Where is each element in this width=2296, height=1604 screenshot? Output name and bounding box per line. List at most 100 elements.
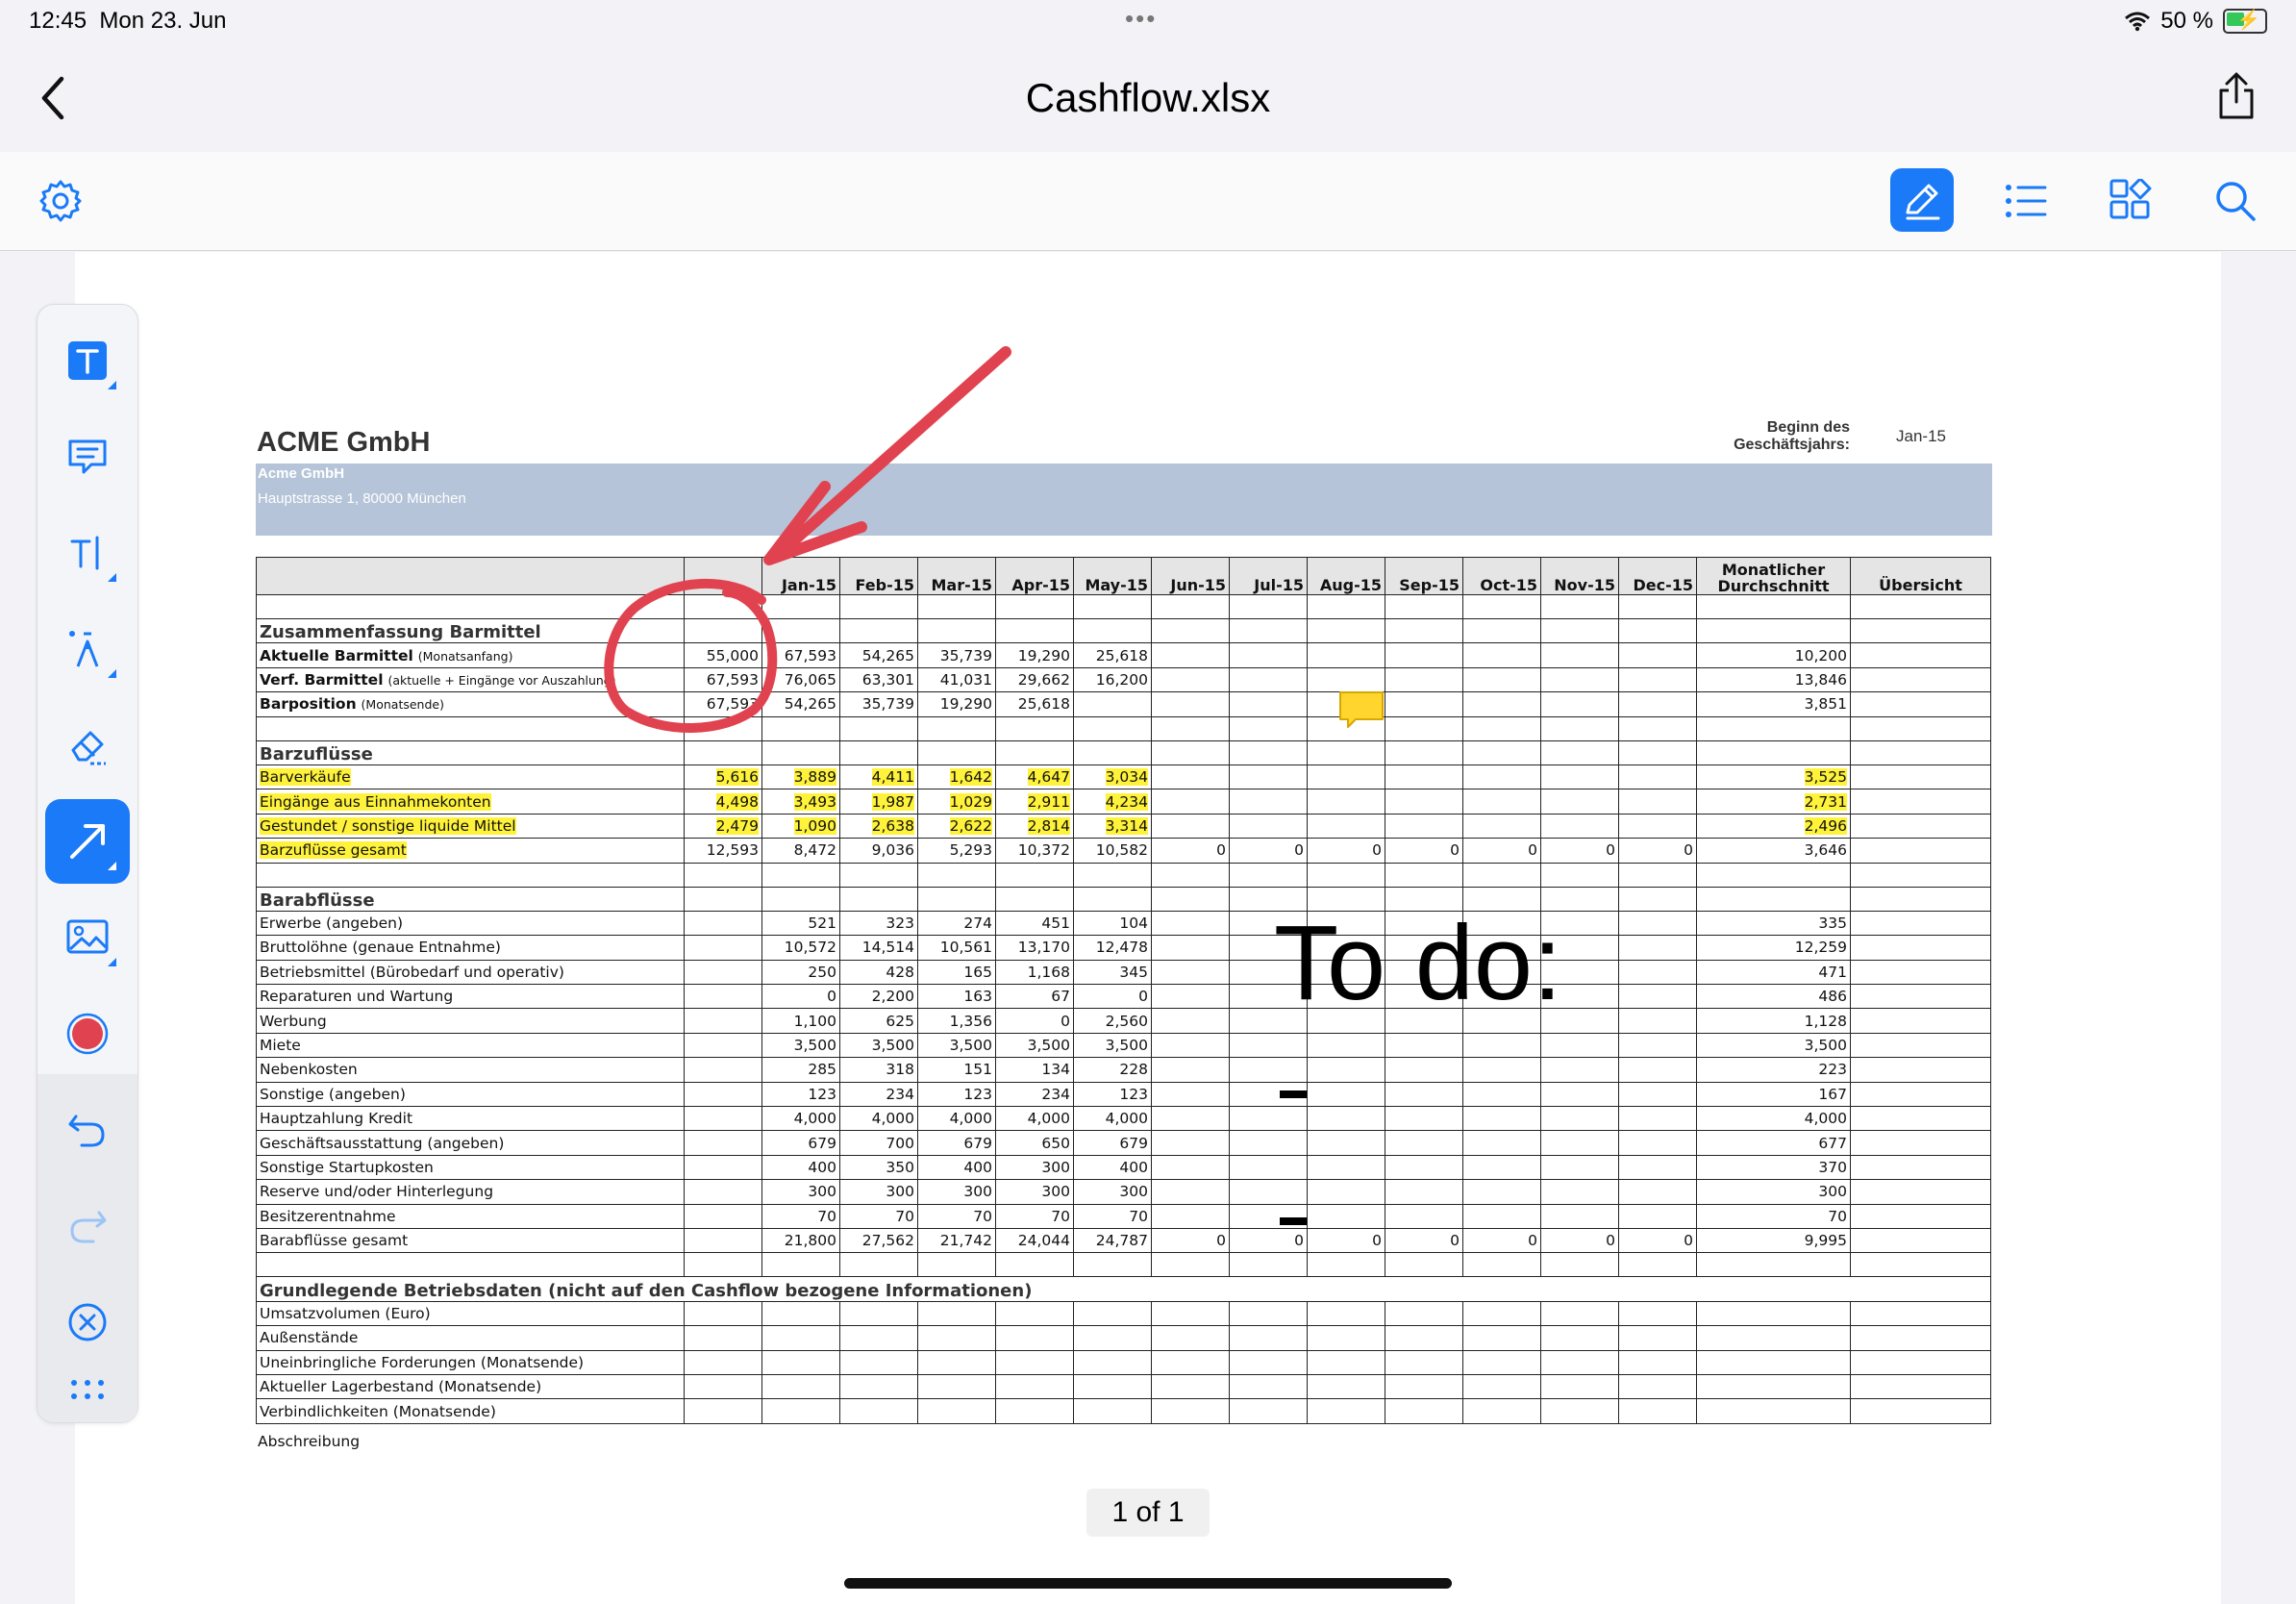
value-cell: 27,562 bbox=[839, 1227, 918, 1254]
value-cell: 21,800 bbox=[761, 1227, 840, 1254]
value-cell bbox=[1073, 1325, 1152, 1351]
value-cell: 0 bbox=[1462, 1227, 1541, 1254]
table-row: Werbung 1,100 625 1,356 0 2,560 1,128 bbox=[256, 1008, 1991, 1034]
value-cell: 10,561 bbox=[917, 935, 996, 961]
avg-cell: 486 bbox=[1696, 984, 1851, 1010]
pencil-icon[interactable] bbox=[1890, 168, 1954, 232]
eraser-icon[interactable] bbox=[45, 703, 130, 788]
undo-icon[interactable] bbox=[45, 1088, 130, 1172]
value-cell bbox=[1618, 1032, 1697, 1059]
image-icon[interactable] bbox=[45, 895, 130, 980]
value-cell bbox=[1540, 642, 1619, 668]
avg-cell: 70 bbox=[1696, 1203, 1851, 1229]
value-cell bbox=[1229, 1130, 1308, 1156]
table-row: Miete 3,500 3,500 3,500 3,500 3,500 3,500 bbox=[256, 1032, 1991, 1059]
value-cell bbox=[1618, 642, 1697, 668]
value-cell: 4,000 bbox=[917, 1106, 996, 1132]
value-cell bbox=[1618, 959, 1697, 986]
value-cell bbox=[1462, 813, 1541, 840]
value-cell: 0 bbox=[761, 984, 840, 1010]
redo-icon[interactable] bbox=[45, 1184, 130, 1268]
value-cell: 8,472 bbox=[761, 838, 840, 864]
value-cell bbox=[1462, 1398, 1541, 1424]
value-cell bbox=[1385, 1373, 1463, 1400]
value-cell: 19,290 bbox=[917, 691, 996, 717]
value-cell bbox=[1618, 691, 1697, 717]
value-cell: 4,000 bbox=[839, 1106, 918, 1132]
company-band: Acme GmbH Hauptstrasse 1, 80000 München bbox=[256, 464, 1992, 536]
row-label: Verbindlichkeiten (Monatsende) bbox=[256, 1398, 685, 1424]
value-cell bbox=[1618, 1349, 1697, 1375]
avg-cell bbox=[1696, 1325, 1851, 1351]
value-cell bbox=[1618, 910, 1697, 937]
more-icon[interactable] bbox=[45, 1347, 130, 1432]
value-cell bbox=[1385, 642, 1463, 668]
value-cell: 123 bbox=[1073, 1081, 1152, 1108]
value-cell bbox=[1229, 642, 1308, 668]
value-cell bbox=[1462, 1203, 1541, 1229]
value-cell: 1,987 bbox=[839, 789, 918, 815]
table-row: Besitzerentnahme 70 70 70 70 70 70 bbox=[256, 1203, 1991, 1229]
value-cell: 679 bbox=[917, 1130, 996, 1156]
header-row: Jan-15 Feb-15 Mar-15 Apr-15 May-15 Jun-15 Jul-… bbox=[256, 557, 1991, 595]
trailing-label: Abschreibung bbox=[258, 1433, 361, 1450]
grid-icon[interactable] bbox=[2099, 169, 2162, 233]
text-cursor-icon[interactable] bbox=[45, 511, 130, 595]
row-label: Hauptzahlung Kredit bbox=[256, 1106, 685, 1132]
row-label: Reparaturen und Wartung bbox=[256, 984, 685, 1010]
value-cell bbox=[1151, 1179, 1230, 1205]
value-cell bbox=[1462, 1032, 1541, 1059]
row-label: Erwerbe (angeben) bbox=[256, 910, 685, 937]
value-cell bbox=[1385, 1398, 1463, 1424]
value-cell: 24,787 bbox=[1073, 1227, 1152, 1254]
value-cell bbox=[1151, 1032, 1230, 1059]
list-icon[interactable] bbox=[1994, 169, 2058, 233]
value-cell bbox=[1462, 789, 1541, 815]
home-indicator[interactable] bbox=[844, 1578, 1452, 1589]
value-cell: 76,065 bbox=[761, 666, 840, 693]
row-label: Barverkäufe bbox=[256, 764, 685, 790]
multitask-dots[interactable]: ••• bbox=[1125, 4, 1157, 34]
sticky-note-icon[interactable] bbox=[1338, 690, 1385, 728]
value-cell bbox=[684, 1130, 762, 1156]
row-label: Nebenkosten bbox=[256, 1057, 685, 1083]
value-cell bbox=[839, 1349, 918, 1375]
color-icon[interactable] bbox=[45, 991, 130, 1076]
comment-icon[interactable] bbox=[45, 414, 130, 499]
share-icon[interactable] bbox=[2215, 71, 2258, 121]
value-cell: 24,044 bbox=[995, 1227, 1074, 1254]
value-cell bbox=[1229, 1154, 1308, 1181]
value-cell bbox=[1540, 1398, 1619, 1424]
avg-cell bbox=[1696, 1398, 1851, 1424]
todo-dash bbox=[1280, 1090, 1307, 1098]
table-row: Verf. Barmittel (aktuelle + Eingänge vor… bbox=[256, 666, 1991, 693]
text-box-icon[interactable] bbox=[45, 318, 130, 403]
value-cell bbox=[1385, 1130, 1463, 1156]
arrow-icon[interactable] bbox=[45, 799, 130, 884]
pen-icon[interactable] bbox=[45, 607, 130, 691]
value-cell bbox=[1618, 984, 1697, 1010]
value-cell bbox=[1073, 1373, 1152, 1400]
value-cell bbox=[1618, 1398, 1697, 1424]
settings-icon[interactable] bbox=[29, 169, 92, 233]
value-cell bbox=[1229, 1179, 1308, 1205]
value-cell bbox=[684, 1057, 762, 1083]
search-icon[interactable] bbox=[2204, 169, 2267, 233]
row-label: Betriebsmittel (Bürobedarf und operativ) bbox=[256, 959, 685, 986]
value-cell bbox=[995, 1325, 1074, 1351]
value-cell bbox=[1618, 1203, 1697, 1229]
value-cell: 700 bbox=[839, 1130, 918, 1156]
value-cell bbox=[1618, 666, 1697, 693]
value-cell bbox=[1151, 1130, 1230, 1156]
avg-cell: 9,995 bbox=[1696, 1227, 1851, 1254]
value-cell: 29,662 bbox=[995, 666, 1074, 693]
value-cell bbox=[1540, 1179, 1619, 1205]
value-cell: 134 bbox=[995, 1057, 1074, 1083]
value-cell bbox=[1151, 813, 1230, 840]
row-label: Aktueller Lagerbestand (Monatsende) bbox=[256, 1373, 685, 1400]
value-cell bbox=[684, 1179, 762, 1205]
value-cell bbox=[1462, 1081, 1541, 1108]
value-cell: 4,000 bbox=[761, 1106, 840, 1132]
month-header: Mar-15 bbox=[917, 557, 996, 595]
value-cell bbox=[1618, 1130, 1697, 1156]
